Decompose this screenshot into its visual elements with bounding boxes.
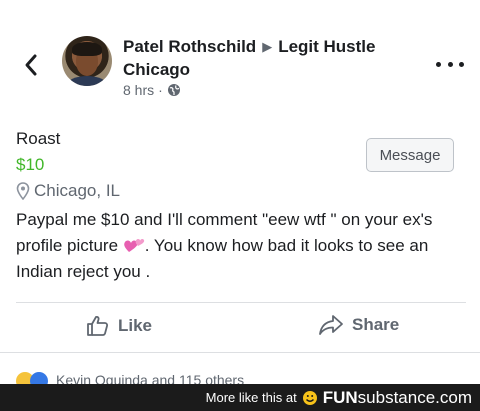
post-header: Patel Rothschild ▶ Legit Hustle Chicago 8 … — [0, 0, 480, 112]
listing-description: Paypal me $10 and I'll comment "eew wtf … — [16, 207, 468, 285]
watermark-brand[interactable]: FUNsubstance.com — [323, 388, 472, 408]
like-reaction-icon — [30, 372, 48, 384]
avatar-hair — [72, 42, 102, 56]
post-title: Patel Rothschild ▶ Legit Hustle Chicago — [123, 36, 423, 81]
reactions-row[interactable]: Kevin Oquinda and 115 others — [16, 372, 316, 384]
ellipsis-icon-dot — [447, 61, 453, 67]
like-button[interactable]: Like — [86, 314, 152, 338]
watermark-bar: More like this at FUNsubstance.com — [0, 384, 480, 411]
globe-icon — [167, 84, 180, 96]
listing-price: $10 — [16, 155, 45, 174]
meta-separator: · — [158, 82, 163, 98]
chevron-left-icon — [25, 54, 37, 76]
like-label: Like — [118, 316, 153, 335]
post-meta: 8 hrs · — [123, 82, 181, 98]
avatar-shirt — [66, 76, 108, 86]
watermark-prefix: More like this at — [205, 390, 297, 405]
post-time[interactable]: 8 hrs — [123, 82, 154, 98]
share-button[interactable]: Share — [318, 314, 399, 336]
listing-location: Chicago, IL — [16, 181, 120, 201]
right-triangle-icon: ▶ — [262, 39, 273, 54]
reactions-count: Kevin Oquinda and 115 others — [56, 372, 245, 384]
avatar[interactable] — [62, 36, 112, 86]
more-options-button[interactable] — [436, 54, 464, 74]
location-pin-icon — [16, 182, 30, 200]
divider — [0, 352, 480, 353]
location-text: Chicago, IL — [34, 181, 120, 200]
ellipsis-icon-dot — [436, 61, 441, 67]
ellipsis-icon-dot — [459, 61, 464, 67]
funsubstance-logo-icon — [302, 390, 317, 405]
message-button[interactable]: Message — [366, 138, 454, 172]
watermark-brand-rest: substance.com — [357, 387, 472, 407]
divider — [16, 302, 466, 303]
listing-title: Roast — [16, 129, 61, 148]
share-arrow-icon — [319, 315, 343, 335]
two-hearts-emoji — [124, 239, 144, 252]
author-name[interactable]: Patel Rothschild — [123, 37, 256, 56]
share-label: Share — [352, 315, 400, 334]
thumbs-up-icon — [87, 315, 109, 336]
watermark-brand-bold: FUN — [322, 387, 358, 407]
back-button[interactable] — [20, 50, 42, 80]
